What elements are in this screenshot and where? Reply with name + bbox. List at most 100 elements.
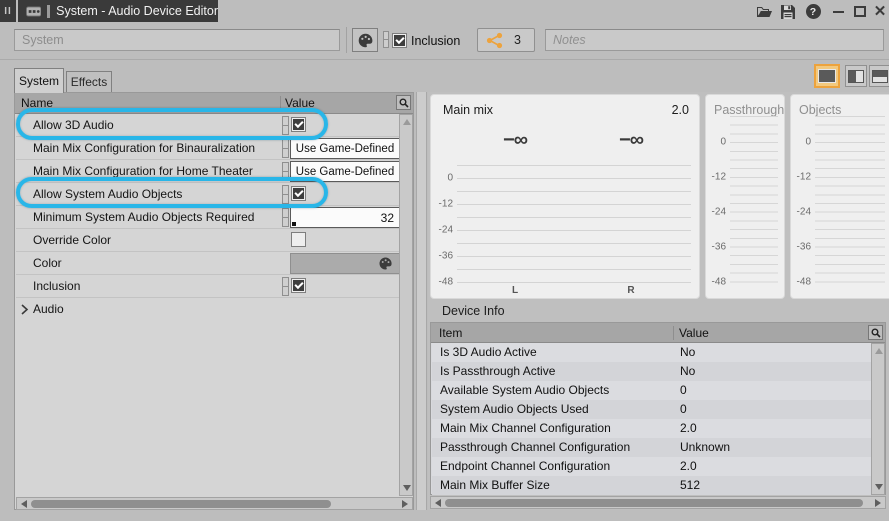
- split-vertical-icon: [848, 70, 864, 83]
- override-color-checkbox[interactable]: [291, 232, 306, 247]
- channel-label-right: R: [585, 285, 677, 296]
- device-info-hscrollbar[interactable]: [430, 496, 886, 509]
- table-row[interactable]: Main Mix Buffer Size 512: [432, 476, 871, 495]
- maximize-icon[interactable]: [851, 3, 869, 20]
- scroll-down-icon[interactable]: [875, 484, 883, 490]
- tick-label: -12: [433, 199, 453, 210]
- property-row[interactable]: Allow 3D Audio: [16, 114, 399, 137]
- min-system-audio-objects-field[interactable]: 32: [290, 207, 400, 228]
- value-drag-handle[interactable]: [282, 162, 289, 181]
- passthrough-title: Passthrough: [714, 103, 784, 117]
- view-mode-split-horizontal-button[interactable]: [869, 65, 889, 87]
- object-name-input[interactable]: [14, 29, 340, 51]
- table-row[interactable]: Endpoint Channel Configuration 2.0: [432, 457, 871, 476]
- main-mix-meter: Main mix 2.0 −∞ −∞ 0 -12 -24 -36 -48 L R: [430, 94, 700, 299]
- value-column-header[interactable]: Value: [673, 326, 709, 340]
- inclusion-checkbox[interactable]: [291, 278, 306, 293]
- chevron-right-icon[interactable]: [19, 303, 30, 316]
- property-row[interactable]: Color: [16, 252, 399, 275]
- tick-label: -36: [791, 242, 811, 253]
- notes-input[interactable]: [545, 29, 884, 51]
- color-picker-button[interactable]: [290, 253, 400, 274]
- right-peak-value: −∞: [585, 129, 677, 152]
- hscroll-thumb[interactable]: [445, 499, 863, 507]
- tick-label: -48: [433, 277, 453, 288]
- table-row[interactable]: Is Passthrough Active No: [432, 362, 871, 381]
- property-row[interactable]: Main Mix Configuration for Binauralizati…: [16, 137, 399, 160]
- tick-label: -12: [791, 172, 811, 183]
- scroll-right-icon[interactable]: [875, 499, 881, 507]
- help-icon[interactable]: ?: [804, 3, 822, 20]
- color-shade-slider[interactable]: [383, 31, 389, 48]
- value-drag-handle[interactable]: [282, 277, 289, 296]
- references-button[interactable]: 3: [477, 28, 535, 52]
- scroll-down-icon[interactable]: [403, 485, 411, 491]
- toolbar-divider: [346, 27, 347, 53]
- table-row[interactable]: Is 3D Audio Active No: [432, 343, 871, 362]
- allow-system-audio-objects-checkbox[interactable]: [291, 186, 306, 201]
- scroll-right-icon[interactable]: [402, 500, 408, 508]
- view-mode-single-button[interactable]: [814, 64, 840, 88]
- main-mix-title: Main mix: [443, 103, 493, 117]
- scroll-left-icon[interactable]: [435, 499, 441, 507]
- item-column-header[interactable]: Item: [439, 326, 462, 340]
- value-drag-handle[interactable]: [282, 116, 289, 135]
- value-drag-handle[interactable]: [282, 208, 289, 227]
- inclusion-toolbar-checkbox[interactable]: [392, 33, 407, 48]
- allow-3d-audio-checkbox[interactable]: [291, 117, 306, 132]
- tick-label: 0: [433, 173, 453, 184]
- table-row[interactable]: Main Mix Channel Configuration 2.0: [432, 419, 871, 438]
- value-drag-handle[interactable]: [282, 139, 289, 158]
- property-row[interactable]: Inclusion: [16, 275, 399, 298]
- property-grid-hscrollbar[interactable]: [16, 497, 413, 510]
- device-info-header: Item Value: [431, 323, 885, 343]
- search-icon[interactable]: [868, 325, 883, 340]
- palette-icon: [357, 32, 374, 49]
- share-icon: [486, 32, 504, 49]
- dock-handle[interactable]: II: [0, 0, 16, 22]
- slider-grip[interactable]: [292, 222, 296, 226]
- scroll-up-icon[interactable]: [403, 119, 411, 125]
- tab-effects[interactable]: Effects: [66, 71, 112, 93]
- audio-device-editor-window: II System - Audio Device Editor ? ✕ Incl…: [0, 0, 889, 521]
- value-drag-handle[interactable]: [282, 185, 289, 204]
- view-mode-split-vertical-button[interactable]: [845, 65, 867, 87]
- panel-splitter[interactable]: [416, 92, 427, 510]
- tick-label: -24: [706, 207, 726, 218]
- hscroll-thumb[interactable]: [31, 500, 331, 508]
- tick-label: -48: [706, 277, 726, 288]
- property-row[interactable]: Allow System Audio Objects: [16, 183, 399, 206]
- property-group-row[interactable]: Audio: [16, 298, 399, 321]
- search-icon[interactable]: [396, 95, 411, 110]
- channel-label-left: L: [469, 285, 561, 296]
- color-palette-button[interactable]: [352, 28, 378, 52]
- device-info-title: Device Info: [442, 304, 505, 318]
- open-icon[interactable]: [755, 3, 773, 20]
- property-row[interactable]: Minimum System Audio Objects Required 32: [16, 206, 399, 229]
- split-horizontal-icon: [872, 70, 888, 83]
- table-row[interactable]: System Audio Objects Used 0: [432, 400, 871, 419]
- home-theater-config-button[interactable]: Use Game-Defined: [290, 161, 400, 182]
- tick-label: -36: [706, 242, 726, 253]
- device-info-vscrollbar[interactable]: [871, 343, 885, 495]
- table-row[interactable]: Available System Audio Objects 0: [432, 381, 871, 400]
- property-grid-vscrollbar[interactable]: [399, 114, 413, 496]
- close-icon[interactable]: ✕: [871, 3, 889, 20]
- minimize-icon[interactable]: [829, 3, 847, 20]
- name-column-header[interactable]: Name: [21, 96, 53, 110]
- scroll-up-icon[interactable]: [875, 348, 883, 354]
- property-row[interactable]: Main Mix Configuration for Home Theater …: [16, 160, 399, 183]
- objects-title: Objects: [799, 103, 841, 117]
- value-column-header[interactable]: Value: [280, 96, 315, 110]
- tab-system[interactable]: System: [14, 68, 64, 93]
- binauralization-config-button[interactable]: Use Game-Defined: [290, 138, 400, 159]
- table-row[interactable]: Passthrough Channel Configuration Unknow…: [432, 438, 871, 457]
- scroll-left-icon[interactable]: [21, 500, 27, 508]
- save-icon[interactable]: [779, 3, 797, 20]
- property-grid-header: Name Value: [15, 93, 413, 114]
- palette-icon: [378, 256, 393, 271]
- property-row[interactable]: Override Color: [16, 229, 399, 252]
- editor-title-tab[interactable]: System - Audio Device Editor: [18, 0, 218, 22]
- right-pane: Main mix 2.0 −∞ −∞ 0 -12 -24 -36 -48 L R…: [428, 92, 889, 510]
- title-divider: [47, 5, 50, 18]
